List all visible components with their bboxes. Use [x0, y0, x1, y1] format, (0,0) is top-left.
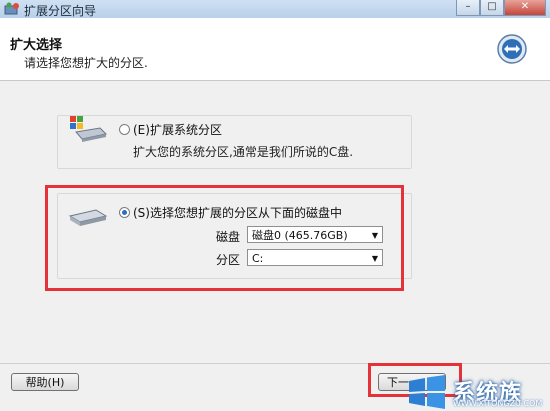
- chevron-down-icon: ▼: [371, 254, 378, 263]
- app-icon: [4, 2, 19, 15]
- page-title: 扩大选择: [10, 38, 63, 53]
- watermark-url: WWW.XITONGZU.COM: [453, 399, 543, 408]
- page-subtitle: 请选择您想扩大的分区.: [24, 56, 148, 70]
- title-bar: 扩展分区向导 – □ ✕: [0, 0, 550, 19]
- select-partition-radio[interactable]: [119, 207, 130, 218]
- disk-label: 磁盘: [216, 230, 241, 244]
- hard-drive-icon: [68, 209, 108, 226]
- maximize-button[interactable]: □: [480, 0, 504, 16]
- watermark: 系统族 WWW.XITONGZU.COM: [405, 371, 550, 411]
- system-drive-icon: [70, 116, 108, 142]
- close-button[interactable]: ✕: [504, 0, 546, 16]
- partition-label: 分区: [216, 253, 241, 267]
- partition-select-value: C:: [252, 252, 264, 265]
- wizard-header: 扩大选择 请选择您想扩大的分区.: [0, 18, 550, 81]
- partition-select[interactable]: C: ▼: [247, 249, 383, 266]
- resize-arrows-icon: [497, 34, 527, 64]
- option-select-partition[interactable]: (S)选择您想扩展的分区从下面的磁盘中 磁盘 磁盘0 (465.76GB) ▼ …: [57, 193, 412, 279]
- extend-system-description: 扩大您的系统分区,通常是我们所说的C盘.: [133, 145, 354, 159]
- extend-system-label: (E)扩展系统分区: [133, 123, 222, 137]
- wizard-window: 扩展分区向导 – □ ✕ 扩大选择 请选择您想扩大的分区. (E)扩展系统分区 …: [0, 0, 550, 411]
- window-controls: – □ ✕: [456, 0, 546, 16]
- windows-logo-icon: [409, 375, 445, 409]
- wizard-content: (E)扩展系统分区 扩大您的系统分区,通常是我们所说的C盘. (S)选择您想扩展…: [0, 81, 550, 363]
- help-button[interactable]: 帮助(H): [11, 373, 79, 391]
- option-extend-system[interactable]: (E)扩展系统分区 扩大您的系统分区,通常是我们所说的C盘.: [57, 115, 412, 169]
- select-partition-label: (S)选择您想扩展的分区从下面的磁盘中: [133, 206, 342, 220]
- chevron-down-icon: ▼: [371, 231, 378, 240]
- extend-system-radio[interactable]: [119, 124, 130, 135]
- minimize-button[interactable]: –: [456, 0, 480, 16]
- window-title: 扩展分区向导: [24, 4, 97, 18]
- disk-select-value: 磁盘0 (465.76GB): [252, 229, 348, 242]
- disk-select[interactable]: 磁盘0 (465.76GB) ▼: [247, 226, 383, 243]
